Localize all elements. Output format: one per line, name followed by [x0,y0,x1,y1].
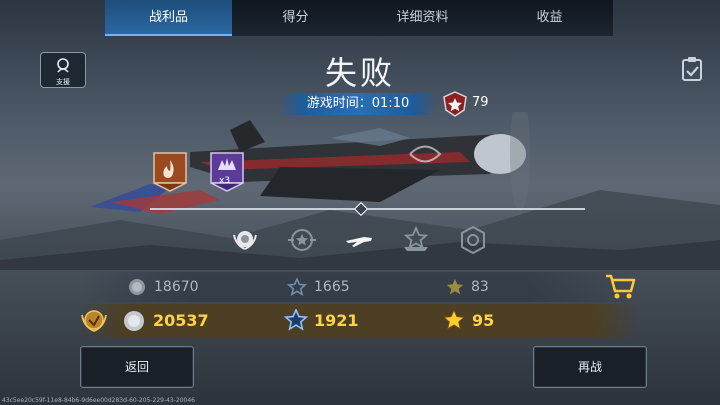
winged-star-icon[interactable] [287,225,317,255]
purple-badge-multiplier: x3 [219,176,231,186]
retry-button[interactable]: 再战 [533,346,647,388]
fire-badge-icon [153,152,187,192]
hex-emblem-icon[interactable] [458,225,488,255]
xp-star-icon [287,278,307,296]
boosted-xp-value: 1921 [314,311,359,330]
gold-star-icon [442,309,466,331]
tab-score[interactable]: 得分 [232,0,359,36]
base-xp-value: 1665 [314,279,350,295]
tab-details[interactable]: 详细资料 [359,0,486,36]
fire-badge[interactable] [153,152,187,192]
tab-income[interactable]: 收益 [486,0,613,36]
match-time: 游戏时间：01:10 [278,93,438,115]
airplane-icon[interactable] [344,225,374,255]
star-ribbon-icon[interactable] [401,225,431,255]
result-title: 失败 [324,54,395,92]
shopping-cart-icon[interactable] [605,273,637,301]
silver-coin-icon [124,311,144,331]
purple-badge-icon [210,152,244,192]
rank-star-icon [443,91,467,117]
laurel-medal-icon[interactable] [230,225,260,255]
silver-coin-icon [129,279,145,295]
base-stars-value: 83 [471,279,489,295]
back-button[interactable]: 返回 [80,346,194,388]
purple-badge[interactable]: x3 [210,152,244,192]
rank-value: 79 [472,95,489,110]
tab-bar: 战利品 得分 详细资料 收益 [105,0,613,36]
base-silver-value: 18670 [154,279,199,295]
premium-laurel-icon [81,310,107,332]
boosted-silver-value: 20537 [153,311,209,330]
tab-loot[interactable]: 战利品 [105,0,232,36]
gold-star-icon [446,279,464,295]
xp-star-icon [284,309,308,331]
session-code: 43c5ee20c59f-11e8-84b6-9d6ee00d283d-60-2… [2,397,196,404]
boosted-stars-value: 95 [472,311,495,330]
